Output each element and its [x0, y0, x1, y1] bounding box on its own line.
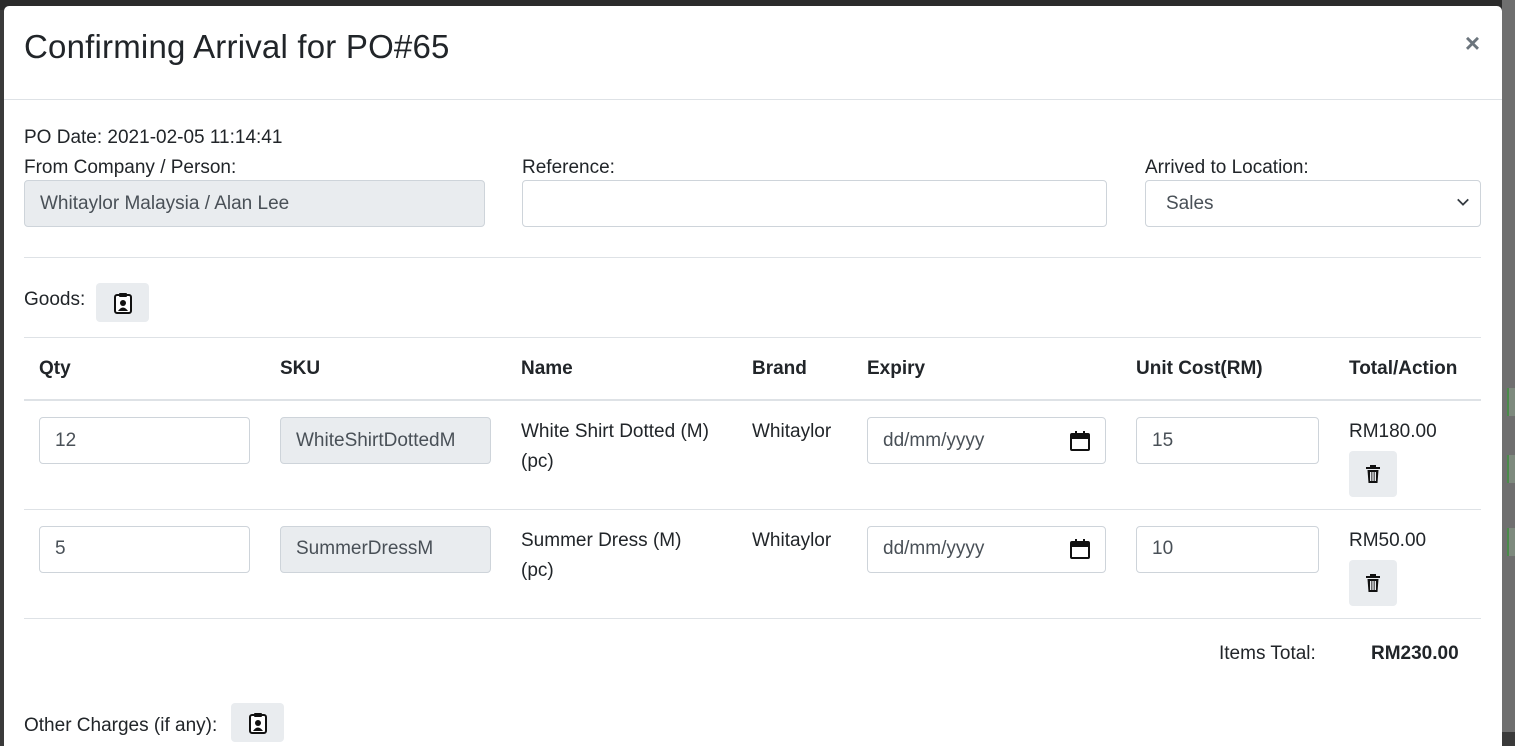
- unit-cost-input[interactable]: 10: [1136, 525, 1319, 573]
- col-name: Name: [506, 338, 737, 401]
- brand-cell: Whitaylor: [737, 509, 852, 619]
- table-row: 5 SummerDressM Summer Dress (M) (pc) Whi…: [24, 509, 1481, 619]
- reference-label: Reference:: [522, 157, 615, 178]
- qty-cell: 5: [24, 509, 265, 619]
- unit-cost-cell: 15: [1121, 400, 1334, 510]
- close-button[interactable]: ×: [1465, 30, 1480, 56]
- backdrop-stub: [1507, 528, 1515, 556]
- po-date: PO Date: 2021-02-05 11:14:41: [24, 127, 283, 148]
- row-total: RM50.00: [1349, 529, 1427, 551]
- row-total: RM180.00: [1349, 421, 1437, 442]
- item-unit: (pc): [521, 559, 554, 581]
- unit-cost-input[interactable]: 15: [1136, 417, 1319, 464]
- location-select[interactable]: Sales: [1145, 180, 1481, 227]
- expiry-placeholder: dd/mm/yyyy: [883, 538, 985, 559]
- name-cell: White Shirt Dotted (M) (pc): [506, 400, 737, 510]
- expiry-placeholder: dd/mm/yyyy: [883, 429, 985, 451]
- name-cell: Summer Dress (M) (pc): [506, 509, 737, 619]
- col-unit-cost: Unit Cost(RM): [1121, 338, 1334, 401]
- goods-header-row: Qty SKU Name Brand Expiry Unit Cost(RM) …: [24, 338, 1481, 401]
- add-goods-button[interactable]: [96, 283, 149, 322]
- qty-input[interactable]: 5: [39, 525, 250, 573]
- trash-icon: [1366, 465, 1380, 483]
- clipboard-user-icon: [113, 292, 132, 314]
- company-label: From Company / Person:: [24, 157, 237, 178]
- backdrop-stub: [1507, 388, 1515, 416]
- divider: [24, 257, 1481, 258]
- table-row: 12 WhiteShirtDottedM White Shirt Dotted …: [24, 400, 1481, 510]
- chevron-down-icon: [1457, 198, 1469, 206]
- company-field[interactable]: Whitaylor Malaysia / Alan Lee: [24, 180, 485, 227]
- backdrop-stub: [1507, 455, 1515, 483]
- calendar-icon[interactable]: [1070, 539, 1090, 559]
- expiry-cell: dd/mm/yyyy: [852, 400, 1121, 510]
- brand-cell: Whitaylor: [737, 400, 852, 510]
- sku-cell: SummerDressM: [265, 509, 506, 619]
- col-sku: SKU: [265, 338, 506, 401]
- expiry-date-input[interactable]: dd/mm/yyyy: [867, 417, 1106, 464]
- goods-table: Qty SKU Name Brand Expiry Unit Cost(RM) …: [24, 338, 1481, 619]
- location-selected-value: Sales: [1166, 192, 1214, 214]
- confirm-arrival-modal: Confirming Arrival for PO#65 × PO Date: …: [4, 6, 1502, 746]
- item-name: Summer Dress (M): [521, 529, 682, 551]
- page-backdrop: [1502, 0, 1515, 732]
- sku-cell: WhiteShirtDottedM: [265, 400, 506, 510]
- add-other-charge-button[interactable]: [231, 703, 284, 742]
- delete-row-button[interactable]: [1349, 559, 1397, 606]
- modal-header: Confirming Arrival for PO#65 ×: [4, 6, 1502, 100]
- sku-field[interactable]: WhiteShirtDottedM: [280, 417, 491, 464]
- expiry-date-input[interactable]: dd/mm/yyyy: [867, 525, 1106, 573]
- col-expiry: Expiry: [852, 338, 1121, 401]
- modal-title: Confirming Arrival for PO#65: [24, 28, 450, 65]
- items-total-label: Items Total:: [1219, 643, 1316, 664]
- trash-icon: [1366, 573, 1380, 592]
- reference-input[interactable]: [522, 180, 1107, 227]
- delete-row-button[interactable]: [1349, 451, 1397, 497]
- calendar-icon[interactable]: [1070, 430, 1090, 451]
- item-name: White Shirt Dotted (M): [521, 421, 709, 442]
- item-unit: (pc): [521, 451, 554, 472]
- other-charges-label: Other Charges (if any):: [24, 715, 218, 736]
- total-action-cell: RM50.00: [1334, 509, 1481, 619]
- total-action-cell: RM180.00: [1334, 400, 1481, 510]
- clipboard-user-icon: [248, 712, 267, 734]
- col-qty: Qty: [24, 338, 265, 401]
- col-total-action: Total/Action: [1334, 338, 1481, 401]
- location-label: Arrived to Location:: [1145, 157, 1309, 178]
- expiry-cell: dd/mm/yyyy: [852, 509, 1121, 619]
- goods-label: Goods:: [24, 289, 86, 310]
- unit-cost-cell: 10: [1121, 509, 1334, 619]
- sku-field[interactable]: SummerDressM: [280, 525, 491, 573]
- items-total-value: RM230.00: [1371, 643, 1459, 664]
- qty-cell: 12: [24, 400, 265, 510]
- col-brand: Brand: [737, 338, 852, 401]
- qty-input[interactable]: 12: [39, 417, 250, 464]
